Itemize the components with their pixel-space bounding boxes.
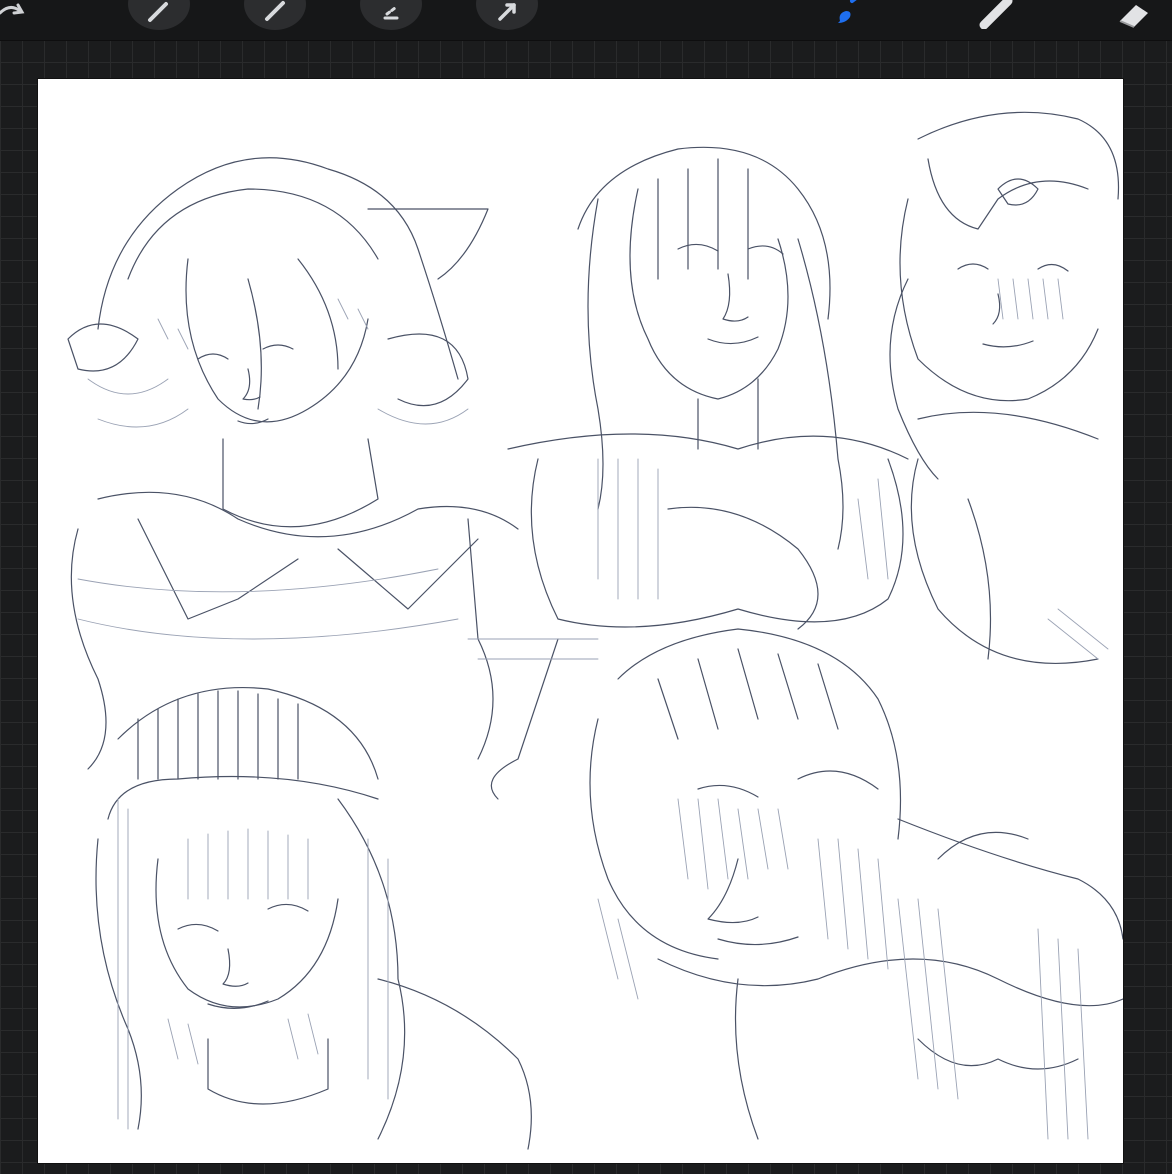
eraser-icon[interactable] xyxy=(1114,0,1154,32)
wand-icon[interactable] xyxy=(128,0,190,30)
arrow-cursor-icon[interactable] xyxy=(476,0,538,30)
sketch-head-top-left xyxy=(67,157,519,770)
drawing-canvas[interactable] xyxy=(38,79,1123,1163)
brush-icon[interactable] xyxy=(828,0,868,32)
sketch-head-top-middle xyxy=(467,146,909,800)
sketch-head-bottom-right xyxy=(589,628,1123,1140)
smudge-finger-icon[interactable] xyxy=(976,0,1016,32)
redo-arrow-icon[interactable] xyxy=(0,0,34,32)
sketch-head-bottom-left xyxy=(95,686,532,1150)
selection-icon[interactable] xyxy=(360,0,422,30)
top-toolbar xyxy=(0,0,1172,41)
sketch-head-top-right xyxy=(889,111,1120,665)
sketch-artwork xyxy=(67,111,1123,1150)
pen-icon[interactable] xyxy=(244,0,306,30)
